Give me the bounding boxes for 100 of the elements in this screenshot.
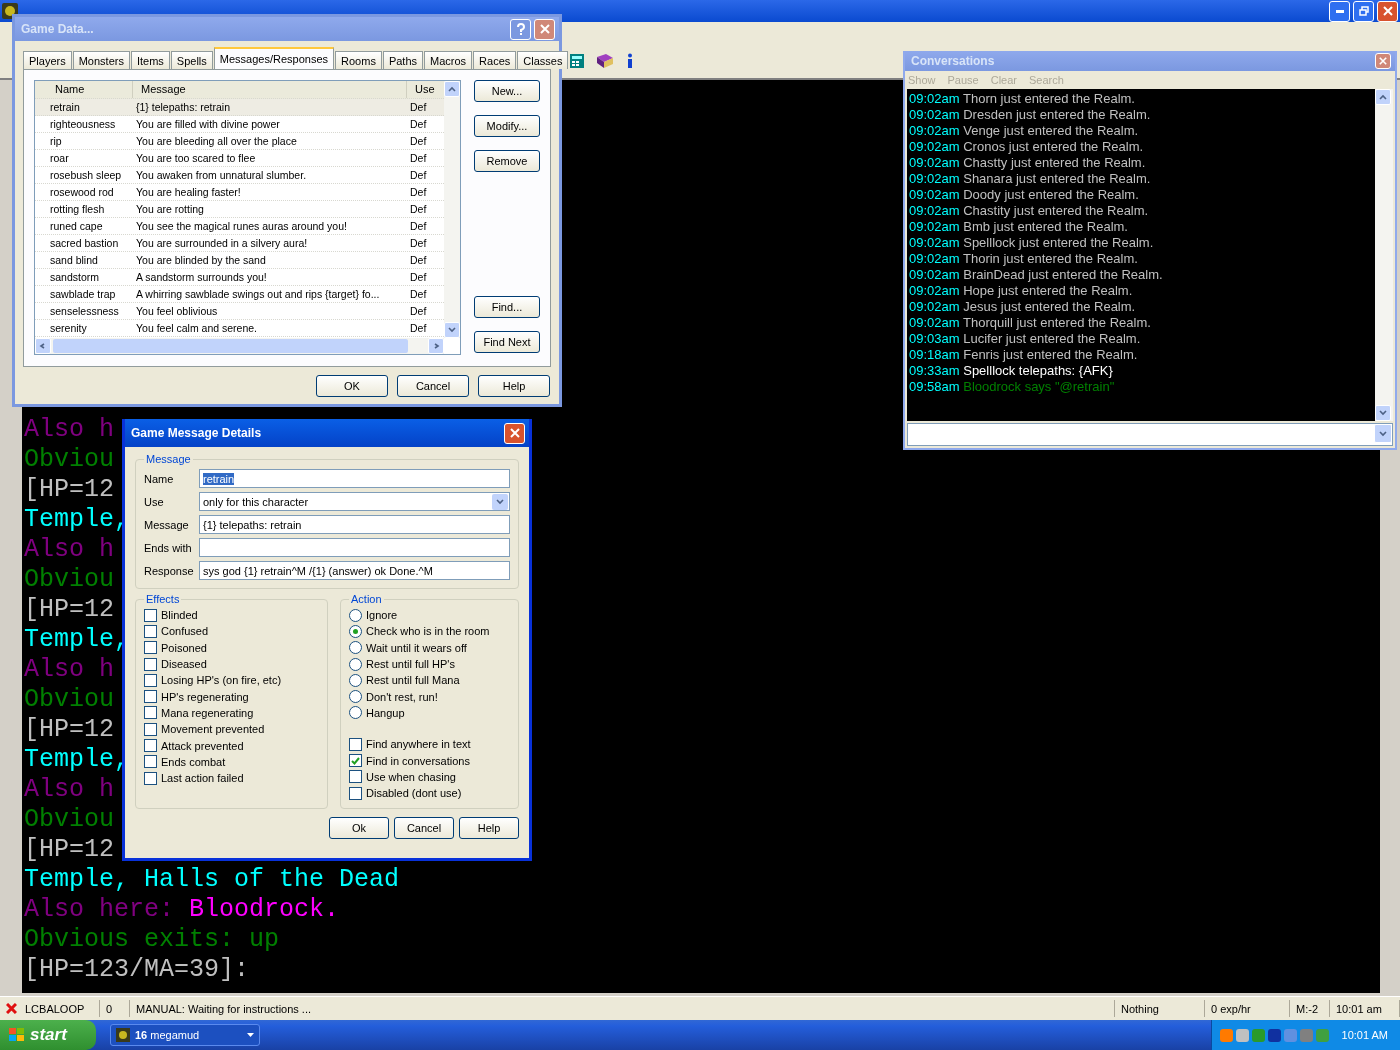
close-button[interactable] — [534, 18, 555, 40]
help-button[interactable] — [510, 18, 531, 40]
table-cell-text: Def — [409, 288, 428, 300]
scrollbar[interactable] — [1375, 89, 1393, 421]
scroll-down-button[interactable] — [1375, 405, 1391, 421]
table-cell-text: You are bleeding all over the place — [135, 135, 298, 147]
table-cell-text: Def — [409, 203, 428, 215]
checkbox-label: Losing HP's (on fire, etc) — [161, 674, 282, 687]
scroll-up-button[interactable] — [444, 81, 460, 97]
dropdown[interactable]: only for this character — [199, 492, 510, 511]
radio-label: Wait until it wears off — [366, 641, 467, 654]
table-cell-text: You are rotting — [135, 203, 205, 215]
tab[interactable]: Spells — [170, 51, 213, 69]
checkbox[interactable] — [144, 641, 157, 655]
info-icon[interactable] — [626, 53, 634, 69]
tab[interactable]: Messages/Responses — [213, 47, 335, 69]
radio-button[interactable] — [349, 673, 362, 687]
minimize-button[interactable] — [1329, 0, 1350, 22]
table-cell-text: Def — [409, 101, 428, 113]
input-field[interactable]: retrain — [199, 469, 510, 488]
scroll-right-button[interactable] — [428, 338, 444, 354]
taskbar-button[interactable]: 16 megamud — [110, 1024, 260, 1046]
tab[interactable]: Macros — [424, 51, 473, 69]
checkbox[interactable] — [144, 706, 157, 720]
status-text: Nothing — [1121, 1002, 1159, 1015]
dropdown-button[interactable] — [1374, 424, 1392, 443]
scroll-left-button[interactable] — [35, 338, 51, 354]
table-cell-text: Def — [409, 220, 428, 232]
table-cell-text: Def — [409, 135, 428, 147]
dialog-button[interactable]: Help — [478, 375, 550, 397]
log-text: Chastity just entered the Realm. — [963, 203, 1149, 218]
checkbox[interactable] — [144, 673, 157, 687]
close-icon — [509, 428, 520, 438]
radio-button[interactable] — [349, 657, 362, 671]
column-header[interactable]: Message — [133, 81, 407, 98]
input-field[interactable]: sys god {1} retrain^M /{1} (answer) ok Done.^M — [199, 561, 510, 580]
scroll-thumb[interactable] — [53, 339, 408, 353]
dialog-button[interactable]: New... — [474, 80, 540, 102]
scroll-down-button[interactable] — [444, 322, 460, 338]
checkbox[interactable] — [349, 786, 362, 800]
tab[interactable]: Rooms — [335, 51, 382, 69]
checkbox[interactable] — [349, 770, 362, 784]
scroll-up-button[interactable] — [1375, 89, 1391, 105]
tab[interactable]: Paths — [382, 51, 424, 69]
dialog-button[interactable]: Cancel — [394, 817, 454, 839]
calculator-icon[interactable] — [570, 54, 584, 68]
tab[interactable]: Monsters — [72, 51, 130, 69]
checkbox-label: HP's regenerating — [161, 690, 249, 703]
table-cell-text: sand blind — [49, 254, 99, 266]
radio-button[interactable] — [349, 624, 362, 638]
input-field[interactable] — [907, 423, 1393, 446]
column-header[interactable]: Name — [47, 81, 133, 98]
radio-label: Rest until full Mana — [366, 674, 460, 687]
input-field[interactable] — [199, 538, 510, 557]
tab[interactable]: Classes — [517, 51, 569, 69]
log-time: 09:02am — [909, 107, 960, 122]
checkbox[interactable] — [349, 737, 362, 751]
checkbox[interactable] — [144, 690, 157, 704]
checkbox[interactable] — [144, 608, 157, 622]
book-icon[interactable] — [596, 53, 614, 69]
restore-button[interactable] — [1353, 0, 1374, 22]
dialog-button[interactable]: Find Next — [474, 331, 540, 353]
tab[interactable]: Races — [473, 51, 517, 69]
log-text: Shanara just entered the Realm. — [963, 171, 1151, 186]
checkbox[interactable] — [144, 722, 157, 736]
checkbox[interactable] — [144, 624, 157, 638]
checkbox[interactable] — [144, 755, 157, 769]
radio-label: Ignore — [366, 609, 398, 622]
checkbox-label: Confused — [161, 625, 209, 638]
terminal-text: Obviou — [24, 805, 114, 834]
dialog-button[interactable]: Modify... — [474, 115, 540, 137]
radio-button[interactable] — [349, 690, 362, 704]
scrollbar[interactable] — [444, 81, 460, 338]
dialog-button[interactable]: Find... — [474, 296, 540, 318]
terminal-text: Bloodrock. — [189, 895, 340, 924]
checkbox[interactable] — [144, 657, 157, 671]
dialog-button[interactable]: Help — [459, 817, 519, 839]
close-button[interactable] — [1377, 0, 1398, 22]
tab[interactable]: Items — [130, 51, 170, 69]
dialog-button[interactable]: OK — [316, 375, 388, 397]
dialog-button[interactable]: Cancel — [397, 375, 469, 397]
checkbox[interactable] — [144, 771, 157, 785]
cross-icon — [6, 1003, 17, 1014]
radio-button[interactable] — [349, 641, 362, 655]
close-icon — [1379, 57, 1387, 65]
close-button[interactable] — [504, 422, 525, 444]
input-field[interactable]: {1} telepaths: retrain — [199, 515, 510, 534]
checkbox-label: Attack prevented — [161, 739, 244, 752]
tray-icon[interactable] — [1267, 1028, 1281, 1042]
checkbox[interactable] — [144, 739, 157, 752]
checkbox[interactable] — [349, 754, 362, 767]
radio-button[interactable] — [349, 608, 362, 622]
close-button[interactable] — [1375, 53, 1391, 69]
radio-button[interactable] — [349, 706, 362, 720]
log-time: 09:02am — [909, 267, 960, 282]
table-row[interactable]: retrain {1} telepaths: retrain Def — [35, 99, 444, 116]
dialog-button[interactable]: Ok — [329, 817, 389, 839]
dialog-button[interactable]: Remove — [474, 150, 540, 172]
scrollbar[interactable] — [35, 338, 444, 354]
tab[interactable]: Players — [23, 51, 72, 69]
